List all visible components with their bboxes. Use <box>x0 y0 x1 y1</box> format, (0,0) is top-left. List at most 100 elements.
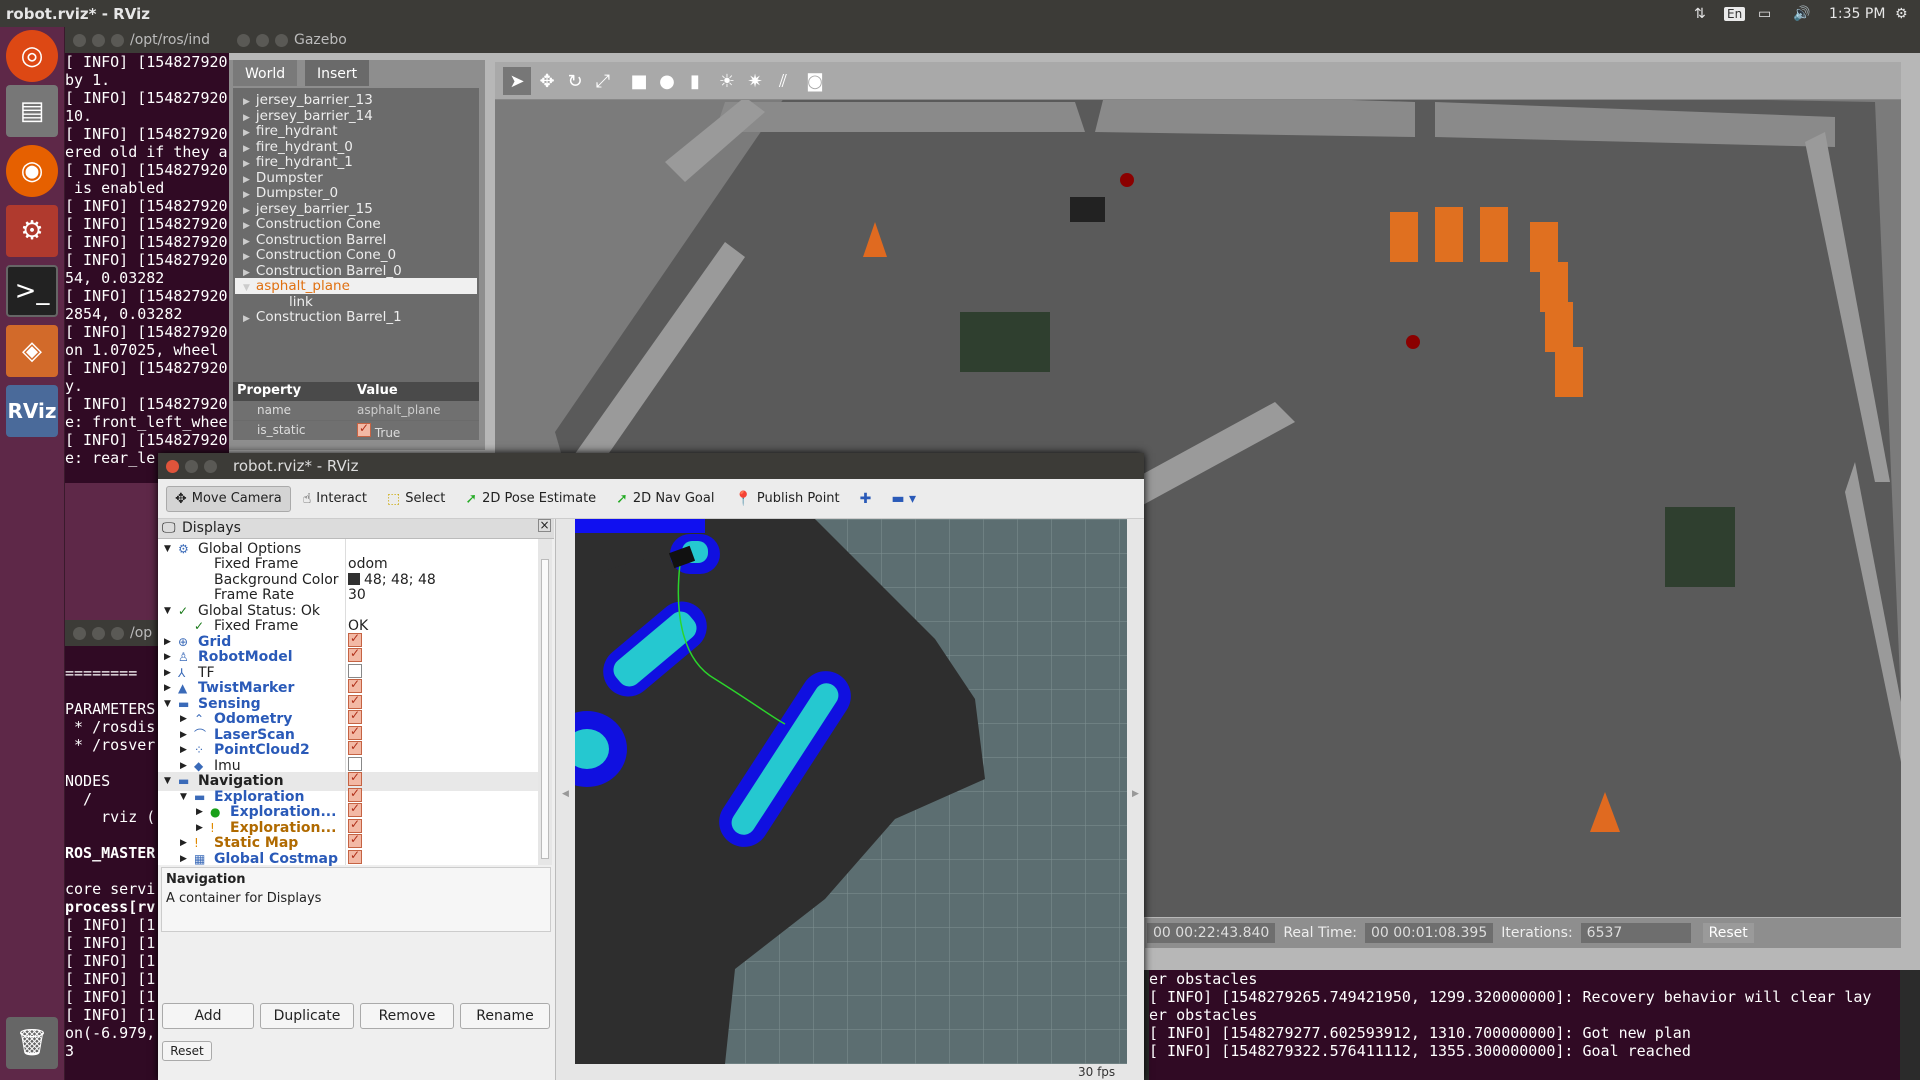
close-icon[interactable]: × <box>538 519 551 532</box>
world-tree-item[interactable]: ▶ Dumpster <box>243 170 323 186</box>
rotate-icon[interactable]: ↻ <box>561 67 589 95</box>
world-tree-item[interactable]: ▶ Construction Barrel <box>243 232 386 248</box>
world-tree-item[interactable]: ▶ Construction Barrel_1 <box>243 309 402 325</box>
world-tree-item[interactable]: ▶ Construction Cone_0 <box>243 247 396 263</box>
world-tree-item[interactable]: link <box>283 294 313 310</box>
remove-button[interactable]: Remove <box>360 1003 454 1029</box>
terminal-icon[interactable]: >_ <box>6 265 58 317</box>
maximize-icon[interactable] <box>111 33 124 47</box>
rviz-titlebar[interactable]: robot.rviz* - RViz <box>158 453 1144 479</box>
expand-arrow-icon[interactable]: ▶ <box>180 838 190 848</box>
expand-arrow-icon[interactable]: ▶ <box>164 652 174 662</box>
expand-arrow-icon[interactable]: ▶ <box>243 252 250 262</box>
expand-arrow-icon[interactable]: ▶ <box>243 128 250 138</box>
checkbox[interactable] <box>348 677 362 693</box>
sphere-icon[interactable]: ● <box>653 67 681 95</box>
expand-arrow-icon[interactable]: ▶ <box>243 175 250 185</box>
add-button[interactable]: Add <box>162 1003 254 1029</box>
minimize-icon[interactable] <box>185 459 198 473</box>
expand-arrow-icon[interactable]: ▶ <box>243 97 250 107</box>
expand-arrow-icon[interactable]: ▶ <box>243 237 250 247</box>
expand-arrow-icon[interactable]: ▼ <box>243 283 250 293</box>
minimize-icon[interactable] <box>256 33 269 47</box>
expand-arrow-icon[interactable]: ▶ <box>243 206 250 216</box>
translate-icon[interactable]: ✥ <box>533 67 561 95</box>
tool-2d-nav-goal[interactable]: ➚ 2D Nav Goal <box>608 487 722 511</box>
close-icon[interactable] <box>237 33 250 47</box>
rename-button[interactable]: Rename <box>460 1003 550 1029</box>
keyboard-indicator[interactable]: En <box>1724 0 1746 27</box>
static-checkbox[interactable]: True <box>357 421 400 440</box>
world-tree-item[interactable]: ▶ Construction Barrel_0 <box>243 263 402 279</box>
display-value[interactable] <box>348 848 362 868</box>
remove-tool-button[interactable]: ▬ ▾ <box>883 487 924 511</box>
expand-arrow-icon[interactable]: ▼ <box>164 699 174 709</box>
column-divider[interactable] <box>345 539 346 865</box>
rviz-icon[interactable]: RViz <box>6 385 58 437</box>
checkbox[interactable] <box>348 801 362 817</box>
world-tree-item[interactable]: ▶ jersey_barrier_15 <box>243 201 373 217</box>
world-tree-item[interactable]: ▶ jersey_barrier_13 <box>243 92 373 108</box>
maximize-icon[interactable] <box>275 33 288 47</box>
camera-icon[interactable]: ◙ <box>801 67 829 95</box>
display-row[interactable]: ▶ ▦ Global Costmap <box>158 848 538 868</box>
expand-arrow-icon[interactable]: ▶ <box>164 637 174 647</box>
expand-arrow-icon[interactable]: ▶ <box>180 714 190 724</box>
tool-select[interactable]: ⬚ Select <box>379 487 453 511</box>
close-icon[interactable] <box>73 33 86 47</box>
tab-insert[interactable]: Insert <box>305 60 370 86</box>
expand-arrow-icon[interactable]: ▶ <box>196 807 206 817</box>
tool-publish-point[interactable]: 📍 Publish Point <box>726 487 847 511</box>
checkbox[interactable] <box>348 817 362 833</box>
expand-arrow-icon[interactable]: ▶ <box>196 823 206 833</box>
expand-arrow-icon[interactable]: ▶ <box>180 854 190 864</box>
expand-arrow-icon[interactable]: ▶ <box>243 159 250 169</box>
close-icon[interactable] <box>166 459 179 473</box>
expand-arrow-icon[interactable]: ▶ <box>243 221 250 231</box>
scrollbar-thumb[interactable] <box>541 559 549 859</box>
network-icon[interactable]: ⇅ <box>1694 0 1706 27</box>
color-swatch[interactable] <box>348 572 360 585</box>
cylinder-icon[interactable]: ▮ <box>681 67 709 95</box>
checkbox[interactable] <box>348 832 362 848</box>
expand-arrow-icon[interactable]: ▶ <box>180 730 190 740</box>
expand-arrow-icon[interactable]: ▼ <box>164 776 174 786</box>
terminal1-output[interactable]: [ INFO] [154827920 by 1.[ INFO] [15482792… <box>65 53 229 483</box>
world-tree-item[interactable]: ▶ fire_hydrant_1 <box>243 154 353 170</box>
minimize-icon[interactable] <box>92 33 105 47</box>
checkbox[interactable] <box>348 663 362 678</box>
settings-icon[interactable]: ⚙ <box>6 205 58 257</box>
world-tree-item[interactable]: ▶ fire_hydrant_0 <box>243 139 353 155</box>
close-icon[interactable] <box>73 626 86 640</box>
world-tree-item[interactable]: ▶ Dumpster_0 <box>243 185 338 201</box>
terminal1-titlebar[interactable]: /opt/ros/ind <box>65 27 229 53</box>
spot-light-icon[interactable]: ✷ <box>741 67 769 95</box>
battery-icon[interactable]: ▭ <box>1758 0 1771 27</box>
checkbox[interactable] <box>348 708 362 724</box>
point-light-icon[interactable]: ☀ <box>713 67 741 95</box>
expand-arrow-icon[interactable]: ▼ <box>164 544 174 554</box>
duplicate-button[interactable]: Duplicate <box>260 1003 354 1029</box>
checkbox[interactable] <box>348 693 362 709</box>
expand-arrow-icon[interactable]: ▶ <box>180 745 190 755</box>
world-tree-item[interactable]: ▶ fire_hydrant <box>243 123 338 139</box>
expand-arrow-icon[interactable]: ▶ <box>180 761 190 771</box>
checkbox[interactable] <box>348 724 362 740</box>
checkbox[interactable] <box>348 739 362 755</box>
files-icon[interactable]: ▤ <box>6 85 58 137</box>
expand-arrow-icon[interactable]: ▼ <box>180 792 190 802</box>
scrollbar[interactable] <box>538 539 552 865</box>
tool-interact[interactable]: ☝ Interact <box>295 487 375 511</box>
world-tree-item[interactable]: ▶ Construction Cone <box>243 216 381 232</box>
maximize-icon[interactable] <box>204 459 217 473</box>
clock[interactable]: 1:35 PM <box>1829 0 1885 27</box>
terminal2-output[interactable]: ======== PARAMETERS * /rosdis * /rosver NO… <box>65 646 158 1080</box>
expand-arrow-icon[interactable]: ▼ <box>164 606 174 616</box>
checkbox[interactable] <box>348 631 362 647</box>
firefox-icon[interactable]: ◉ <box>6 145 58 197</box>
expand-arrow-icon[interactable]: ▶ <box>243 144 250 154</box>
terminal3-output[interactable]: er obstacles[ INFO] [1548279265.74942195… <box>1149 970 1900 1080</box>
property-row-static[interactable]: is_static True <box>233 421 479 440</box>
expand-arrow-icon[interactable]: ▶ <box>243 190 250 200</box>
world-tree-item[interactable]: ▼ asphalt_plane <box>235 278 477 294</box>
